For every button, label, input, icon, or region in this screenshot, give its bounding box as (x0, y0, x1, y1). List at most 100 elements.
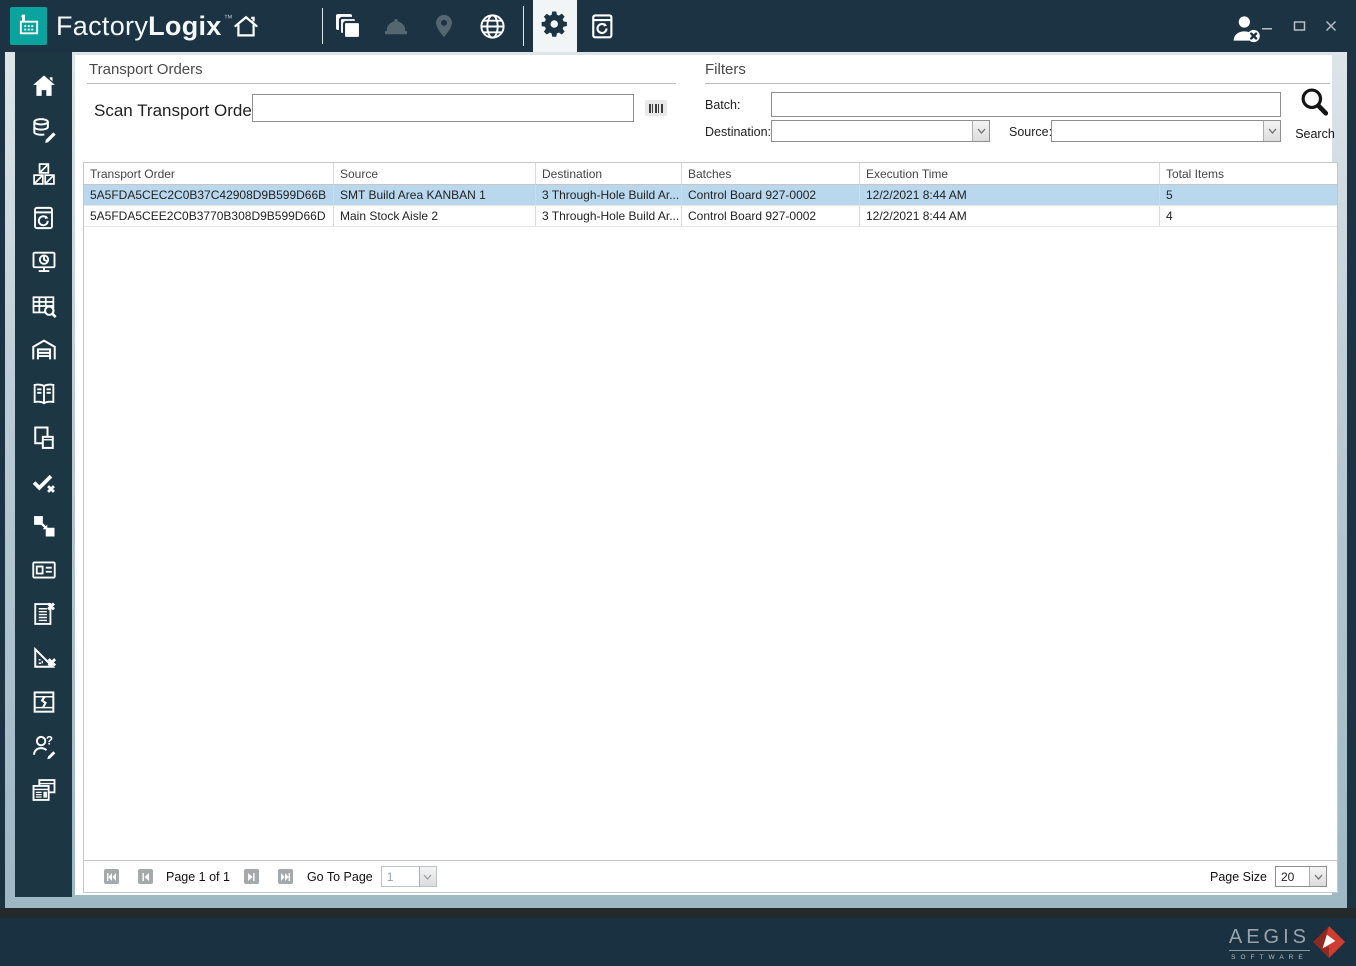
transfer-icon[interactable] (30, 512, 58, 540)
left-sidebar: ? (15, 52, 72, 897)
footer-shadow-strip (0, 908, 1356, 918)
book-icon[interactable] (30, 380, 58, 408)
filters-title: Filters (705, 61, 746, 78)
cell-destination: 3 Through-Hole Build Ar... (536, 206, 682, 226)
check-reject-icon[interactable] (30, 468, 58, 496)
minimize-button[interactable] (1256, 15, 1278, 37)
hardhat-icon[interactable] (380, 10, 412, 42)
top-bar: Factory Logix ™ (0, 0, 1356, 52)
search-icon (1297, 85, 1333, 126)
column-header-destination[interactable]: Destination (536, 163, 682, 184)
app-title: Factory Logix ™ (56, 0, 233, 52)
factorylogix-logo (10, 7, 47, 45)
close-button[interactable] (1320, 15, 1342, 37)
page-size-label: Page Size (1210, 869, 1267, 884)
next-page-button[interactable] (243, 869, 259, 884)
page-size-value: 20 (1281, 870, 1295, 884)
chevron-down-icon (418, 867, 436, 886)
database-restore-icon[interactable] (30, 204, 58, 232)
cell-total-items: 4 (1166, 209, 1173, 223)
scan-transport-order-label: Scan Transport Order: (94, 101, 263, 120)
maximize-button[interactable] (1288, 15, 1310, 37)
main-panel: Transport Orders Filters Scan Transport … (75, 55, 1338, 895)
documents-icon[interactable] (30, 424, 58, 452)
cell-batches: Control Board 927-0002 (682, 185, 860, 205)
destination-filter-label: Destination: (705, 125, 772, 139)
cell-execution-time: 12/2/2021 8:44 AM (860, 185, 1160, 205)
database-edit-icon[interactable] (30, 116, 58, 144)
batch-filter-label: Batch: (705, 98, 741, 112)
destination-filter-select[interactable] (771, 120, 990, 142)
dashboard-monitor-icon[interactable] (30, 248, 58, 276)
column-header-execution-time[interactable]: Execution Time (860, 163, 1160, 184)
app-title-light: Factory (56, 10, 149, 41)
cell-execution-time: 12/2/2021 8:44 AM (860, 206, 1160, 226)
last-page-button[interactable] (277, 869, 293, 884)
barcode-icon (645, 100, 667, 116)
table-search-icon[interactable] (30, 292, 58, 320)
factory-icon (15, 10, 43, 43)
cell-transport-order: 5A5FDA5CEC2C0B37C42908D9B599D66B (84, 185, 334, 205)
search-button-label: Search (1295, 127, 1335, 141)
cell-source: Main Stock Aisle 2 (334, 206, 536, 226)
column-header-source[interactable]: Source (334, 163, 536, 184)
id-card-icon[interactable] (30, 556, 58, 584)
transport-orders-grid: Transport Order Source Destination Batch… (83, 162, 1338, 893)
app-title-bold: Logix (148, 10, 222, 41)
warehouse-icon[interactable] (30, 336, 58, 364)
window-controls (1256, 0, 1342, 52)
go-to-page-label: Go To Page (306, 869, 373, 884)
crates-icon[interactable] (30, 160, 58, 188)
footer-bar: AEGIS SOFTWARE (0, 918, 1356, 966)
transport-orders-title: Transport Orders (89, 61, 203, 78)
source-filter-value (1052, 121, 1263, 141)
go-to-page-value: 1 (386, 870, 394, 884)
user-question-icon[interactable]: ? (30, 732, 58, 760)
batch-filter-input[interactable] (771, 92, 1281, 117)
report-windows-icon[interactable] (30, 776, 58, 804)
ruler-remove-icon[interactable] (30, 644, 58, 672)
page-indicator: Page 1 of 1 (166, 869, 230, 884)
location-pin-icon[interactable] (428, 10, 460, 42)
source-filter-select[interactable] (1051, 120, 1281, 142)
cell-batches: Control Board 927-0002 (682, 206, 860, 226)
chevron-down-icon (972, 121, 989, 141)
settings-gear-button-selected[interactable] (533, 0, 577, 52)
gear-icon (540, 9, 570, 44)
page-size-select[interactable]: 20 (1275, 866, 1327, 887)
grid-pager: Page 1 of 1 Go To Page 1 Page Size 20 (84, 860, 1337, 892)
layers-icon[interactable] (332, 10, 364, 42)
column-header-total-items[interactable]: Total Items (1160, 163, 1337, 184)
aegis-tagline-text: SOFTWARE (1231, 954, 1308, 961)
source-filter-label: Source: (1009, 125, 1053, 139)
previous-page-button[interactable] (138, 869, 153, 884)
column-header-batches[interactable]: Batches (682, 163, 860, 184)
damaged-box-icon[interactable] (30, 688, 58, 716)
go-to-page-select[interactable]: 1 (380, 866, 437, 887)
checklist-remove-icon[interactable] (30, 600, 58, 628)
destination-filter-value (772, 121, 972, 141)
first-page-button[interactable] (104, 869, 119, 884)
aegis-brand-text: AEGIS (1228, 926, 1310, 951)
cell-destination: 3 Through-Hole Build Ar... (536, 185, 682, 205)
cell-total-items: 5 (1166, 188, 1173, 202)
chevron-down-icon (1309, 867, 1326, 886)
column-header-transport-order[interactable]: Transport Order (84, 163, 334, 184)
filters-rule (705, 83, 1330, 84)
aegis-diamond-icon (1312, 924, 1346, 965)
table-row[interactable]: 5A5FDA5CEE2C0B3770B308D9B599D66D Main St… (84, 206, 1337, 227)
toolbar-divider (523, 6, 524, 46)
table-row[interactable]: 5A5FDA5CEC2C0B37C42908D9B599D66B SMT Bui… (84, 185, 1337, 206)
aegis-logo: AEGIS SOFTWARE (1228, 926, 1310, 961)
database-restore-icon[interactable] (586, 10, 618, 42)
svg-text:?: ? (45, 734, 52, 747)
globe-icon[interactable] (476, 10, 508, 42)
home-icon[interactable] (230, 10, 262, 42)
toolbar-divider (322, 8, 323, 44)
transport-orders-rule (87, 83, 676, 84)
scan-transport-order-input[interactable] (252, 94, 634, 122)
home-icon[interactable] (30, 72, 58, 100)
search-button[interactable]: Search (1291, 85, 1339, 141)
chevron-down-icon (1263, 121, 1280, 141)
cell-source: SMT Build Area KANBAN 1 (334, 185, 536, 205)
